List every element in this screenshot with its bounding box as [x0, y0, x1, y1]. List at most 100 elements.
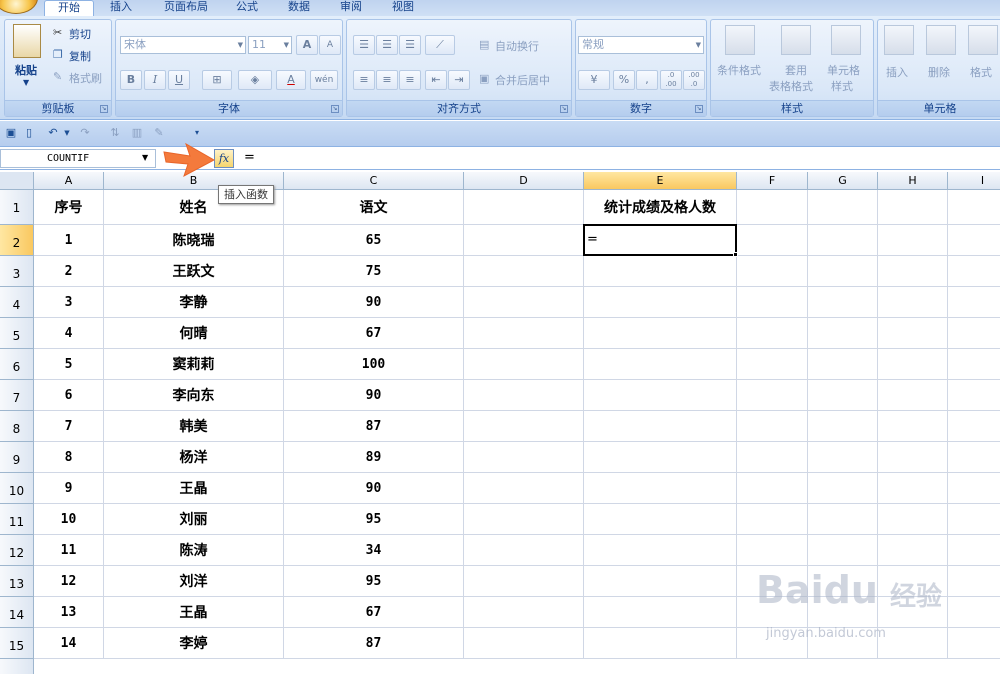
- seq-cell[interactable]: 6: [34, 380, 104, 411]
- score-cell[interactable]: 67: [284, 597, 464, 628]
- office-button[interactable]: [0, 0, 38, 14]
- grid-cell[interactable]: [808, 287, 878, 318]
- row-header-4[interactable]: 4: [0, 287, 34, 318]
- score-cell[interactable]: 87: [284, 628, 464, 659]
- grid-cell[interactable]: [878, 190, 948, 225]
- seq-cell[interactable]: 13: [34, 597, 104, 628]
- grid-cell[interactable]: [808, 473, 878, 504]
- grid-cell[interactable]: [948, 411, 1000, 442]
- copy-button[interactable]: 复制: [69, 48, 91, 64]
- cut-button[interactable]: 剪切: [69, 26, 91, 42]
- row-header-13[interactable]: 13: [0, 566, 34, 597]
- row-header-8[interactable]: 8: [0, 411, 34, 442]
- decrease-decimal-button[interactable]: .00 .0: [683, 70, 705, 90]
- seq-cell[interactable]: 7: [34, 411, 104, 442]
- grid-cell[interactable]: [737, 225, 808, 256]
- font-name-select[interactable]: 宋体 ▼: [120, 36, 246, 54]
- grid-cell[interactable]: [584, 504, 737, 535]
- decrease-indent-button[interactable]: ⇤: [425, 70, 447, 90]
- score-cell[interactable]: 90: [284, 287, 464, 318]
- border-button[interactable]: ⊞: [202, 70, 232, 90]
- seq-cell[interactable]: 10: [34, 504, 104, 535]
- row-header-2[interactable]: 2: [0, 225, 34, 256]
- tab-insert[interactable]: 插入: [100, 0, 142, 16]
- increase-indent-button[interactable]: ⇥: [448, 70, 470, 90]
- seq-cell[interactable]: 1: [34, 225, 104, 256]
- grid-cell[interactable]: [464, 473, 584, 504]
- save-icon[interactable]: ▣: [4, 126, 18, 140]
- row-header-14[interactable]: 14: [0, 597, 34, 628]
- grid-cell[interactable]: [878, 256, 948, 287]
- grid-cell[interactable]: [948, 256, 1000, 287]
- tab-view[interactable]: 视图: [382, 0, 424, 16]
- align-top-button[interactable]: ☰: [353, 35, 375, 55]
- currency-button[interactable]: ¥: [578, 70, 610, 90]
- score-cell[interactable]: 34: [284, 535, 464, 566]
- grid-cell[interactable]: [584, 597, 737, 628]
- column-header-e[interactable]: E: [584, 172, 737, 190]
- column-header-i[interactable]: I: [948, 172, 1000, 190]
- format-table-icon[interactable]: [781, 25, 811, 55]
- grid-cell[interactable]: [808, 411, 878, 442]
- tab-home[interactable]: 开始: [44, 0, 94, 16]
- tab-formulas[interactable]: 公式: [226, 0, 268, 16]
- column-header-h[interactable]: H: [878, 172, 948, 190]
- grid-cell[interactable]: [584, 473, 737, 504]
- align-right-button[interactable]: ≡: [399, 70, 421, 90]
- grid-cell[interactable]: [464, 318, 584, 349]
- grid-cell[interactable]: [948, 442, 1000, 473]
- grid-cell[interactable]: [948, 597, 1000, 628]
- grid-cell[interactable]: [737, 190, 808, 225]
- align-center-button[interactable]: ≡: [376, 70, 398, 90]
- grid-cell[interactable]: [878, 225, 948, 256]
- merge-center-button[interactable]: 合并后居中: [495, 72, 550, 88]
- number-launcher-icon[interactable]: ↘: [695, 105, 703, 113]
- grid-cell[interactable]: [948, 566, 1000, 597]
- name-cell[interactable]: 何晴: [104, 318, 284, 349]
- grid-cell[interactable]: [464, 411, 584, 442]
- tab-review[interactable]: 审阅: [330, 0, 372, 16]
- font-launcher-icon[interactable]: ↘: [331, 105, 339, 113]
- grid-cell[interactable]: [878, 287, 948, 318]
- paste-dropdown-icon[interactable]: ▼: [23, 78, 29, 87]
- grid-cell[interactable]: [584, 318, 737, 349]
- grid-cell[interactable]: [948, 473, 1000, 504]
- grid-cell[interactable]: [948, 628, 1000, 659]
- header-cell-score[interactable]: 语文: [284, 190, 464, 225]
- chart-icon[interactable]: ▥: [130, 126, 144, 140]
- grid-cell[interactable]: [878, 349, 948, 380]
- seq-cell[interactable]: 8: [34, 442, 104, 473]
- grid-cell[interactable]: [464, 287, 584, 318]
- clipboard-launcher-icon[interactable]: ↘: [100, 105, 108, 113]
- conditional-format-icon[interactable]: [725, 25, 755, 55]
- format-painter-button[interactable]: 格式刷: [69, 70, 102, 86]
- grid-cell[interactable]: [737, 256, 808, 287]
- name-cell[interactable]: 王跃文: [104, 256, 284, 287]
- insert-cells-icon[interactable]: [884, 25, 914, 55]
- grid-cell[interactable]: [464, 256, 584, 287]
- grid-cell[interactable]: [737, 535, 808, 566]
- seq-cell[interactable]: 11: [34, 535, 104, 566]
- seq-cell[interactable]: 2: [34, 256, 104, 287]
- underline-button[interactable]: U: [168, 70, 190, 90]
- wrap-text-button[interactable]: 自动换行: [495, 38, 539, 54]
- grid-cell[interactable]: [948, 190, 1000, 225]
- grid-cell[interactable]: [737, 380, 808, 411]
- grid-cell[interactable]: [878, 380, 948, 411]
- score-cell[interactable]: 89: [284, 442, 464, 473]
- grid-cell[interactable]: [737, 411, 808, 442]
- grid-cell[interactable]: [808, 349, 878, 380]
- name-cell[interactable]: 王晶: [104, 473, 284, 504]
- tab-data[interactable]: 数据: [278, 0, 320, 16]
- seq-cell[interactable]: 5: [34, 349, 104, 380]
- row-header-9[interactable]: 9: [0, 442, 34, 473]
- row-header-3[interactable]: 3: [0, 256, 34, 287]
- grid-cell[interactable]: [737, 349, 808, 380]
- row-header-10[interactable]: 10: [0, 473, 34, 504]
- sort-icon[interactable]: ⇅: [108, 126, 122, 140]
- grid-cell[interactable]: [584, 256, 737, 287]
- bold-button[interactable]: B: [120, 70, 142, 90]
- grid-cell[interactable]: [464, 349, 584, 380]
- grid-cell[interactable]: [584, 349, 737, 380]
- name-cell[interactable]: 陈涛: [104, 535, 284, 566]
